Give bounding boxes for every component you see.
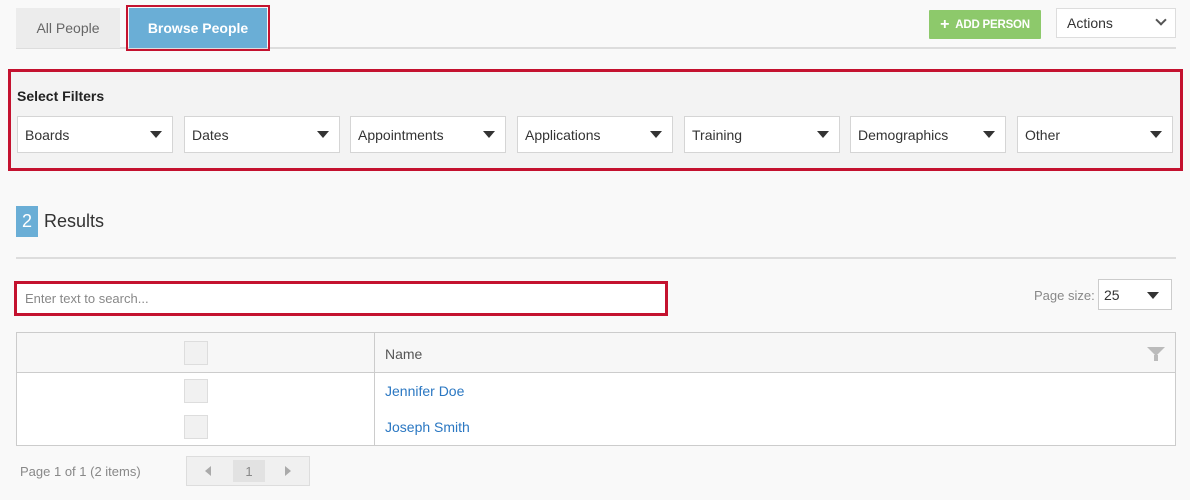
filter-label: Dates [192, 126, 229, 143]
prev-page-icon[interactable] [205, 466, 211, 476]
chevron-down-icon [1155, 14, 1167, 26]
actions-dropdown[interactable]: Actions [1056, 8, 1176, 38]
tab-all-people[interactable]: All People [16, 8, 120, 48]
page-size-label: Page size: [1034, 288, 1095, 303]
filters-panel: Select Filters Boards Dates Appointments… [8, 69, 1183, 171]
filter-label: Other [1025, 126, 1061, 143]
actions-label: Actions [1067, 15, 1113, 31]
pager: 1 [186, 456, 310, 486]
caret-down-icon [483, 131, 495, 138]
page-size-select[interactable]: 25 [1098, 279, 1172, 310]
filter-label: Training [692, 126, 743, 143]
search-input[interactable] [17, 284, 665, 313]
filter-applications[interactable]: Applications [517, 116, 673, 153]
filter-other[interactable]: Other [1017, 116, 1173, 153]
caret-down-icon [1150, 131, 1162, 138]
caret-down-icon [650, 131, 662, 138]
caret-down-icon [1147, 292, 1159, 299]
filter-label: Appointments [358, 126, 444, 143]
select-all-checkbox[interactable] [184, 341, 208, 365]
results-header: 2 Results [16, 206, 104, 237]
filter-label: Demographics [858, 126, 949, 143]
filter-training[interactable]: Training [684, 116, 840, 153]
results-label: Results [44, 211, 105, 231]
row-checkbox[interactable] [184, 379, 208, 403]
filter-label: Applications [525, 126, 601, 143]
tab-browse-people[interactable]: Browse People [126, 5, 270, 51]
next-page-icon[interactable] [285, 466, 291, 476]
divider [16, 257, 1176, 259]
caret-down-icon [317, 131, 329, 138]
page-number-button[interactable]: 1 [233, 460, 265, 482]
page-size-value: 25 [1104, 286, 1120, 303]
filter-label: Boards [25, 126, 70, 143]
row-checkbox[interactable] [184, 415, 208, 439]
filter-icon[interactable] [1147, 347, 1165, 361]
caret-down-icon [983, 131, 995, 138]
person-link[interactable]: Joseph Smith [385, 419, 470, 435]
search-box [14, 281, 668, 316]
pager-info: Page 1 of 1 (2 items) [20, 464, 141, 479]
caret-down-icon [150, 131, 162, 138]
add-person-label: ADD PERSON [955, 18, 1030, 31]
caret-down-icon [817, 131, 829, 138]
add-person-button[interactable]: + ADD PERSON [929, 10, 1041, 39]
person-link[interactable]: Jennifer Doe [385, 383, 464, 399]
filter-dates[interactable]: Dates [184, 116, 340, 153]
filter-appointments[interactable]: Appointments [350, 116, 506, 153]
column-divider [374, 333, 375, 445]
people-table: Name Jennifer Doe Joseph Smith [16, 332, 1176, 446]
results-count-badge: 2 [16, 206, 38, 237]
plus-icon: + [940, 15, 950, 33]
filter-boards[interactable]: Boards [17, 116, 173, 153]
filters-title: Select Filters [17, 88, 105, 104]
column-header-name[interactable]: Name [385, 346, 422, 362]
filter-demographics[interactable]: Demographics [850, 116, 1006, 153]
